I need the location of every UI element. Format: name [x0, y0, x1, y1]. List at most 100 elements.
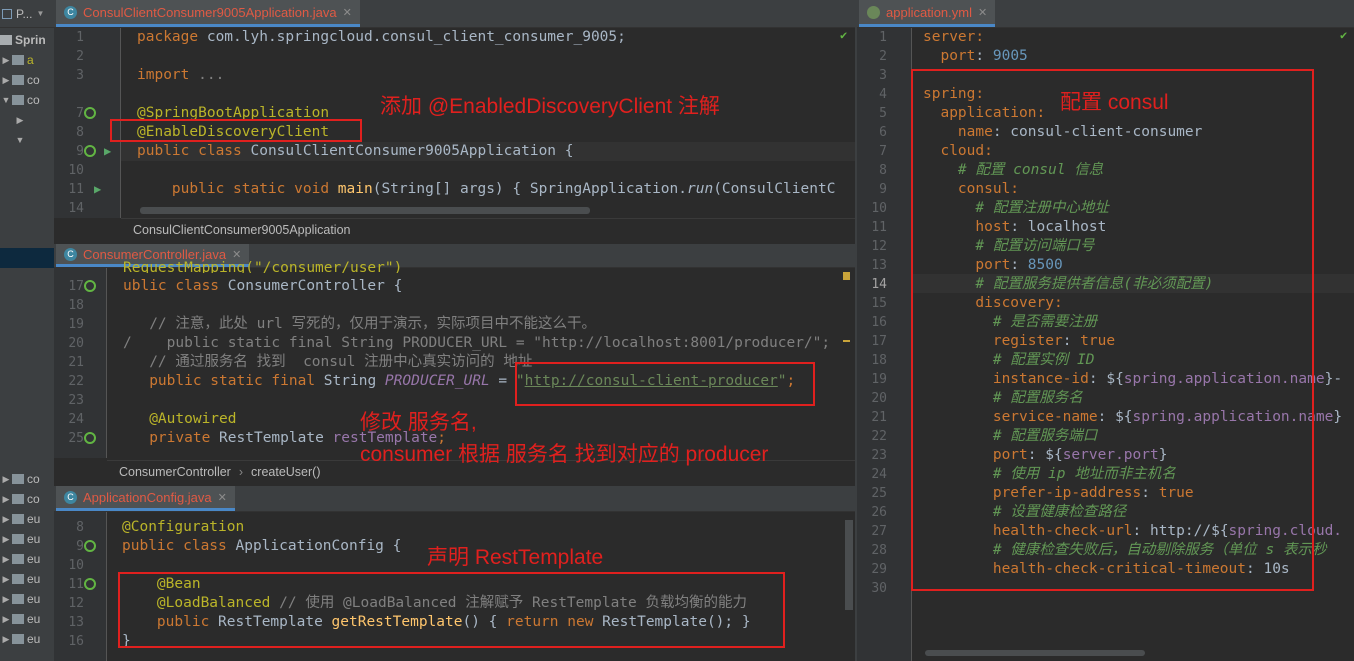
project-root[interactable]: Sprin	[0, 30, 54, 50]
tree-item[interactable]: ▶ eu	[0, 589, 54, 609]
line-number: 14	[68, 201, 84, 216]
code-line[interactable]: @Autowired	[123, 410, 848, 429]
run-icon[interactable]: ▶	[104, 144, 111, 158]
line-number: 13	[68, 615, 84, 630]
code-token: port	[923, 48, 976, 64]
folder-icon	[12, 554, 24, 564]
project-title[interactable]: P...	[16, 7, 32, 21]
code-token: :	[975, 48, 993, 64]
code-line[interactable]: port: 9005	[923, 47, 1354, 66]
tree-item[interactable]: ▶	[0, 110, 54, 130]
line-number: 16	[68, 634, 84, 649]
code-token: import	[137, 67, 190, 83]
close-icon[interactable]: ✕	[218, 491, 227, 504]
dropdown-icon[interactable]: ▼	[36, 9, 44, 18]
chevron-right-icon: ▶	[2, 533, 10, 544]
tree-item[interactable]: ▶ a	[0, 50, 54, 70]
close-icon[interactable]: ✕	[978, 6, 987, 19]
code-token: package	[137, 29, 199, 45]
tree-item[interactable]: ▶ eu	[0, 529, 54, 549]
code-token: public static void	[171, 181, 330, 197]
breadcrumb-separator-icon: ›	[238, 464, 244, 479]
code-line[interactable]	[123, 296, 848, 315]
line-number: 7	[879, 144, 887, 159]
tree-item[interactable]: ▶ co	[0, 70, 54, 90]
annotation-declare-rest-template: 声明 RestTemplate	[427, 546, 604, 569]
warning-marker	[843, 340, 850, 342]
chevron-right-icon: ▶	[2, 513, 10, 524]
line-number: 12	[68, 596, 84, 611]
bean-icon[interactable]	[84, 145, 96, 157]
code-line[interactable]: import ...	[137, 66, 855, 85]
tree-item[interactable]: ▶ eu	[0, 569, 54, 589]
yaml-file-icon	[867, 5, 880, 19]
line-number: 21	[68, 355, 84, 370]
tree-item[interactable]: ▶ co	[0, 489, 54, 509]
breadcrumb-class[interactable]: ConsumerController	[119, 465, 231, 479]
folder-icon	[12, 534, 24, 544]
editor2-partial-line: RequestMapping("/consumer/user")	[123, 260, 403, 273]
close-icon[interactable]: ✕	[343, 6, 352, 19]
code-token: =	[489, 373, 516, 389]
code-token: @Configuration	[122, 519, 245, 535]
chevron-right-icon: ▶	[16, 114, 24, 125]
tree-item[interactable]: ▶ eu	[0, 609, 54, 629]
code-token: // 注意，此处 url 写死的，仅用于演示，实际项目中不能这么干。	[123, 316, 597, 332]
line-number: 24	[871, 467, 887, 482]
bean-icon[interactable]	[84, 280, 96, 292]
java-class-icon: C	[64, 247, 77, 261]
project-icon	[2, 8, 12, 19]
annotation-box-rest-template	[118, 572, 785, 648]
code-line[interactable]: ublic class ConsumerController {	[123, 277, 848, 296]
line-number: 9	[76, 539, 84, 554]
editor4-hscroll[interactable]	[925, 650, 1145, 656]
line-number: 22	[68, 374, 84, 389]
code-token: 9005	[992, 48, 1028, 64]
code-line[interactable]: / public static final String PRODUCER_UR…	[123, 334, 848, 353]
tab-application-config[interactable]: C ApplicationConfig.java ✕	[56, 486, 235, 511]
tab-consul-client-consumer-application[interactable]: C ConsulClientConsumer9005Application.ja…	[56, 0, 360, 27]
run-icon[interactable]: ▶	[94, 182, 101, 196]
tree-item[interactable]: ▶ eu	[0, 509, 54, 529]
breadcrumb[interactable]: ConsulClientConsumer9005Application	[121, 218, 855, 240]
code-line[interactable]	[137, 47, 855, 66]
tab-application-yml[interactable]: application.yml ✕	[859, 0, 996, 27]
line-number: 17	[68, 279, 84, 294]
code-line[interactable]: public static void main(String[] args) {…	[137, 180, 855, 199]
bean-icon[interactable]	[84, 540, 96, 552]
line-number: 30	[871, 581, 887, 596]
line-number: 13	[871, 258, 887, 273]
tree-item[interactable]: ▶ co	[0, 469, 54, 489]
breadcrumb-class[interactable]: ConsulClientConsumer9005Application	[133, 223, 351, 237]
tab-label: ApplicationConfig.java	[83, 489, 212, 505]
breadcrumb-method[interactable]: createUser()	[251, 465, 320, 479]
bean-icon[interactable]	[84, 578, 96, 590]
code-token: public class	[137, 143, 242, 159]
editor1-hscroll[interactable]	[140, 207, 590, 214]
code-line[interactable]	[137, 161, 855, 180]
code-line[interactable]: package com.lyh.springcloud.consul_clien…	[137, 28, 855, 47]
editor3-gutter: 8 9 10 11 12 13 16	[54, 512, 107, 661]
annotation-configure-consul: 配置 consul	[1060, 91, 1169, 114]
chevron-right-icon: ▶	[2, 74, 10, 85]
tree-item[interactable]: ▼ co	[0, 90, 54, 110]
chevron-right-icon: ▶	[2, 593, 10, 604]
code-line[interactable]: @Configuration	[122, 518, 847, 537]
warning-marker	[843, 272, 850, 280]
code-token: @Autowired	[123, 411, 237, 427]
annotation-box-consul-config	[911, 69, 1314, 591]
bean-icon[interactable]	[84, 107, 96, 119]
code-token: / public static final String PRODUCER_UR…	[123, 335, 831, 351]
tree-item[interactable]: ▶ eu	[0, 629, 54, 649]
code-line[interactable]: // 注意，此处 url 写死的，仅用于演示，实际项目中不能这么干。	[123, 315, 848, 334]
tree-item[interactable]: ▼	[0, 130, 54, 150]
bean-icon[interactable]	[84, 432, 96, 444]
code-line[interactable]: server:	[923, 28, 1354, 47]
editor3-scrollbar[interactable]	[845, 520, 853, 610]
code-line[interactable]: public class ConsulClientConsumer9005App…	[137, 142, 855, 161]
chevron-down-icon: ▼	[1, 95, 11, 105]
line-number: 8	[76, 125, 84, 140]
tree-item[interactable]: ▶ eu	[0, 549, 54, 569]
